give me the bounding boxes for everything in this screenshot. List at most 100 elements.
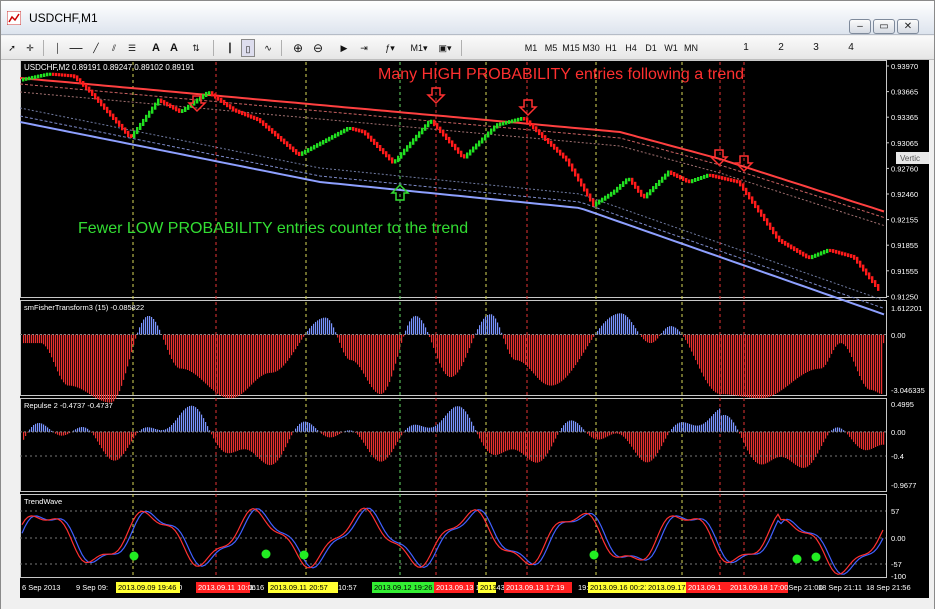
histogram-bar [793, 431, 795, 464]
price-brick [703, 174, 706, 179]
price-brick [268, 125, 271, 132]
price-brick [619, 184, 622, 190]
histogram-bar [169, 334, 171, 355]
histogram-bar [229, 431, 231, 454]
histogram-bar [111, 334, 113, 403]
histogram-bar [551, 431, 553, 447]
text-label-icon[interactable]: A [167, 39, 181, 57]
histogram-bar [541, 334, 543, 382]
chart-shift-icon[interactable]: ⇥ [357, 39, 371, 57]
indicators-icon[interactable]: ƒ▾ [381, 39, 399, 57]
timeframe-w1-button[interactable]: W1 [661, 39, 681, 57]
histogram-bar [673, 426, 675, 432]
histogram-bar [203, 418, 205, 432]
histogram-bar [239, 431, 241, 450]
histogram-bar [45, 425, 47, 432]
vertical-line-icon[interactable]: │ [51, 39, 65, 57]
text-icon[interactable]: A [149, 39, 163, 57]
minimize-button[interactable]: – [849, 19, 871, 34]
price-brick [463, 154, 466, 159]
histogram-bar [825, 431, 827, 439]
zoom-in-icon[interactable]: ⊕ [291, 39, 305, 57]
price-brick [628, 177, 631, 182]
histogram-bar [149, 427, 151, 432]
histogram-bar [457, 406, 459, 432]
crosshair-icon[interactable]: ✛ [23, 39, 37, 57]
histogram-bar [423, 426, 425, 432]
trendline-icon[interactable]: ╱ [89, 39, 103, 57]
chart-area[interactable]: Many HIGH PROBABILITY entries following … [19, 60, 929, 598]
candlestick-icon[interactable]: ▯ [241, 39, 255, 57]
timeframe-m30-button[interactable]: M30 [581, 39, 601, 57]
price-tick-label: 0.91555 [891, 267, 918, 276]
close-button[interactable]: ✕ [897, 19, 919, 34]
price-brick [226, 102, 229, 108]
title-bar[interactable]: USDCHF,M1 – ▭ ✕ [1, 1, 934, 35]
histogram-bar [207, 426, 209, 432]
histogram-bar [239, 334, 241, 396]
price-brick [124, 127, 127, 134]
price-brick [163, 100, 166, 105]
bar-chart-icon[interactable]: ┃ [223, 39, 237, 57]
timeframe-h1-button[interactable]: H1 [601, 39, 621, 57]
histogram-bar [713, 334, 715, 391]
channel-icon[interactable]: ⫽ [107, 39, 121, 57]
price-brick [697, 177, 700, 181]
timeframe-m1-button[interactable]: M1 [521, 39, 541, 57]
period-menu[interactable]: M1▾ [407, 39, 431, 57]
autoscroll-icon[interactable]: ▶ [337, 39, 351, 57]
horizontal-line-icon[interactable]: — [69, 39, 83, 57]
price-chart-svg[interactable]: Many HIGH PROBABILITY entries following … [19, 60, 929, 598]
histogram-bar [181, 334, 183, 369]
histogram-bar [487, 431, 489, 452]
price-brick [826, 248, 829, 254]
time-axis-label: 10:57 [338, 583, 357, 592]
timeframe-m15-button[interactable]: M15 [561, 39, 581, 57]
period-1-button[interactable]: 1 [739, 39, 753, 57]
price-brick [244, 112, 247, 117]
price-brick [544, 135, 547, 141]
repulse-tick-label: 0.4995 [891, 400, 914, 409]
restore-button[interactable]: ▭ [873, 19, 895, 34]
price-brick [535, 126, 538, 133]
histogram-bar [189, 334, 191, 371]
histogram-bar [319, 319, 321, 335]
histogram-bar [407, 325, 409, 335]
price-brick [799, 249, 802, 255]
price-brick [394, 159, 397, 164]
zoom-out-icon[interactable]: ⊖ [311, 39, 325, 57]
histogram-bar [775, 334, 777, 394]
trendwave-tick-label: 57 [891, 507, 899, 516]
period-2-button[interactable]: 2 [774, 39, 788, 57]
period-4-button[interactable]: 4 [844, 39, 858, 57]
cursor-icon[interactable]: ➚ [5, 39, 19, 57]
histogram-bar [525, 431, 527, 457]
line-chart-icon[interactable]: ∿ [261, 39, 275, 57]
timeframe-h4-button[interactable]: H4 [621, 39, 641, 57]
period-3-button[interactable]: 3 [809, 39, 823, 57]
histogram-bar [257, 431, 259, 457]
price-brick [61, 73, 64, 77]
timeframe-mn-button[interactable]: MN [681, 39, 701, 57]
timeframe-m5-button[interactable]: M5 [541, 39, 561, 57]
window-title: USDCHF,M1 [29, 11, 98, 25]
histogram-bar [445, 334, 447, 375]
histogram-bar [311, 424, 313, 432]
price-brick [733, 178, 736, 183]
price-brick [262, 120, 265, 126]
histogram-bar [749, 334, 751, 398]
price-brick [781, 239, 784, 244]
histogram-bar [227, 334, 229, 399]
arrows-icon[interactable]: ⇅ [187, 39, 205, 57]
price-brick [784, 240, 787, 246]
histogram-bar [733, 334, 735, 396]
price-brick [598, 199, 601, 205]
timeframe-d1-button[interactable]: D1 [641, 39, 661, 57]
templates-icon[interactable]: ▣▾ [435, 39, 455, 57]
histogram-bar [393, 431, 395, 449]
fibonacci-icon[interactable]: ☰ [125, 39, 139, 57]
histogram-bar [211, 334, 213, 389]
price-brick [493, 125, 496, 132]
price-brick [67, 73, 70, 78]
histogram-bar [689, 423, 691, 432]
